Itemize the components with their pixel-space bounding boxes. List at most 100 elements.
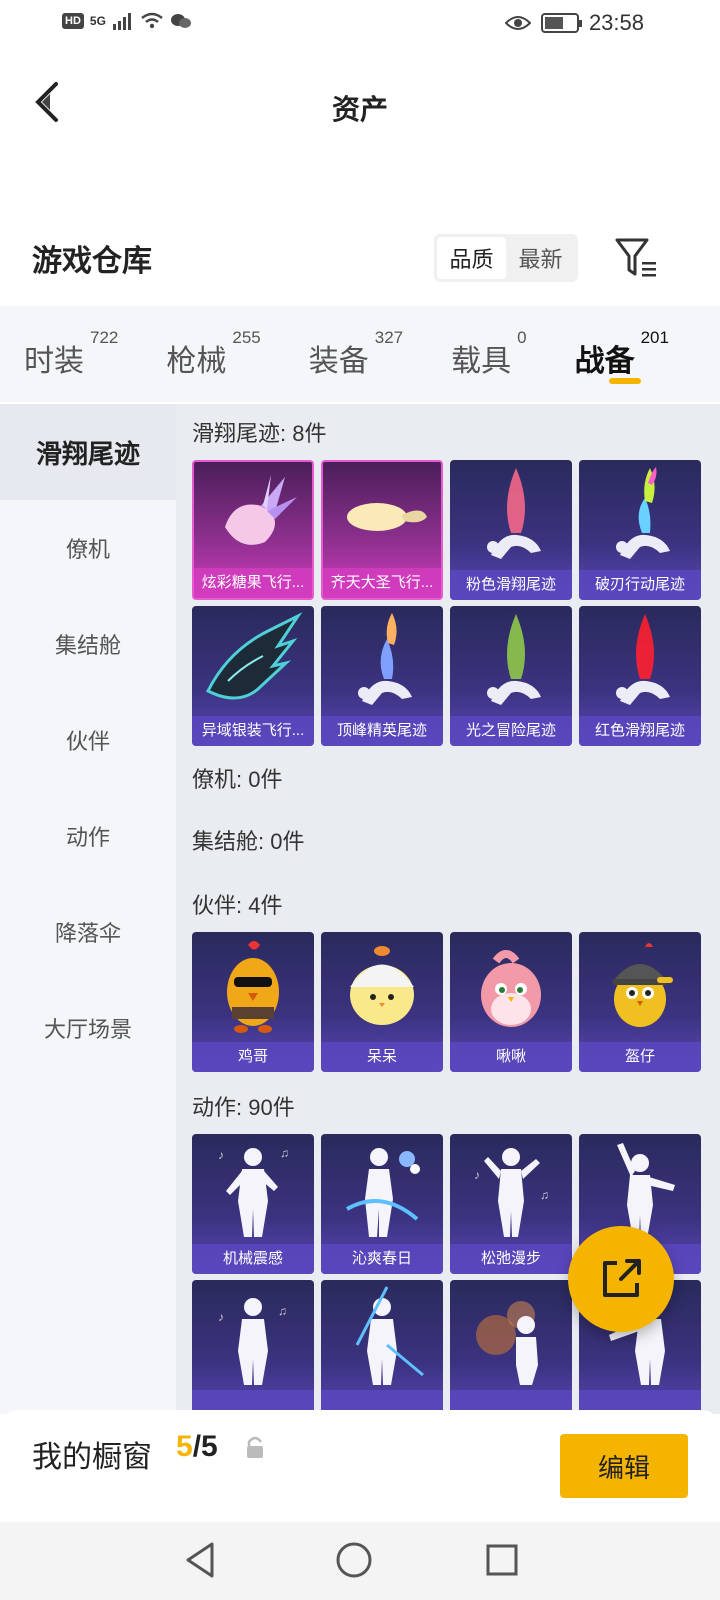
item-label: 粉色滑翔尾迹 [450, 570, 572, 600]
item-card[interactable]: 呆呆 [321, 932, 443, 1072]
tab-count: 255 [232, 328, 261, 347]
item-label: 异域银装飞行... [192, 716, 314, 746]
item-card[interactable]: 沁爽春日 [321, 1134, 443, 1274]
svg-text:♫: ♫ [540, 1188, 549, 1202]
item-card[interactable]: 炫彩糖果飞行... [192, 460, 314, 600]
status-left: HD 5G [62, 12, 192, 30]
tab-label: 时装 [24, 345, 84, 378]
sidebar-item-glide-trails[interactable]: 滑翔尾迹 [0, 404, 176, 500]
signal-icon [112, 13, 131, 30]
item-card[interactable]: 鸡哥 [192, 932, 314, 1072]
sort-toggle: 品质 最新 [434, 234, 578, 282]
item-card[interactable]: 异域银装飞行... [192, 606, 314, 746]
section-title-pod: 集结舱: 0件 [192, 829, 305, 854]
item-card[interactable]: 粉色滑翔尾迹 [450, 460, 572, 600]
cloud-icon [323, 462, 441, 568]
tab-vehicles[interactable]: 载具 0 [451, 306, 526, 402]
trail-elite-icon [321, 606, 443, 716]
showcase-total: /5 [192, 1430, 218, 1463]
item-label: 光之冒险尾迹 [450, 716, 572, 746]
nav-back-icon[interactable] [180, 1538, 224, 1582]
svg-text:♪: ♪ [218, 1310, 224, 1324]
header: 资产 [0, 60, 720, 150]
tab-label: 装备 [308, 345, 369, 378]
section-title-wingman: 僚机: 0件 [192, 767, 283, 792]
warehouse-title: 游戏仓库 [32, 245, 152, 278]
pink-bird-icon [450, 932, 572, 1042]
status-bar: HD 5G 23:58 [0, 0, 720, 48]
item-label: 机械震感 [192, 1244, 314, 1274]
showcase-bar: 我的橱窗 5/5 编辑 [0, 1410, 720, 1522]
tab-label: 载具 [451, 345, 512, 378]
chicken-sunglasses-icon [192, 932, 314, 1042]
svg-text:♪: ♪ [474, 1168, 480, 1182]
tab-count: 722 [90, 328, 119, 347]
clock: 23:58 [588, 10, 644, 35]
item-label: 盔仔 [579, 1042, 701, 1072]
share-button[interactable] [568, 1226, 674, 1332]
chick-soldier-icon [579, 932, 701, 1042]
item-label: 破刃行动尾迹 [579, 570, 701, 600]
filter-icon[interactable] [614, 236, 658, 280]
sidebar-item-pod[interactable]: 集结舱 [0, 596, 176, 692]
item-label: 鸡哥 [192, 1042, 314, 1072]
sidebar-item-emotes[interactable]: 动作 [0, 788, 176, 884]
dance-pose-icon: ♪ ♫ [192, 1280, 314, 1390]
item-card[interactable]: 光之冒险尾迹 [450, 606, 572, 746]
tab-equipment[interactable]: 装备 327 [309, 306, 403, 402]
tab-count: 0 [517, 328, 527, 347]
status-right: 23:58 [504, 10, 644, 36]
item-card[interactable] [321, 1280, 443, 1414]
item-label: 顶峰精英尾迹 [321, 716, 443, 746]
category-tabs: 时装 722 枪械 255 装备 327 载具 0 战备 201 [0, 306, 720, 402]
trail-red-icon [579, 606, 701, 716]
item-card[interactable]: ♪ ♫ 松弛漫步 [450, 1134, 572, 1274]
nav-recents-icon[interactable] [480, 1538, 524, 1582]
sidebar-item-lobby[interactable]: 大厅场景 [0, 980, 176, 1076]
item-card[interactable]: 红色滑翔尾迹 [579, 606, 701, 746]
chick-helmet-icon [321, 932, 443, 1042]
share-icon [603, 1259, 641, 1297]
item-label: 啾啾 [450, 1042, 572, 1072]
eye-icon [504, 16, 531, 30]
nav-home-icon[interactable] [332, 1538, 376, 1582]
dance-pose-icon: ♪ ♫ [192, 1134, 314, 1244]
tab-fashion[interactable]: 时装 722 [24, 306, 118, 402]
tab-label: 枪械 [166, 345, 227, 378]
wing-icon [192, 606, 314, 716]
item-label: 松弛漫步 [450, 1244, 572, 1274]
lock-icon [247, 1436, 263, 1458]
showcase-label: 我的橱窗 [32, 1441, 152, 1474]
svg-text:♫: ♫ [278, 1304, 287, 1318]
battery-icon [540, 13, 582, 33]
tab-guns[interactable]: 枪械 255 [166, 306, 260, 402]
dance-firework-icon [450, 1280, 572, 1390]
hd-badge: HD [62, 13, 84, 29]
svg-text:♫: ♫ [280, 1146, 289, 1160]
section-title-trails: 滑翔尾迹: 8件 [192, 421, 327, 446]
item-card[interactable]: ♪ ♫ [192, 1280, 314, 1414]
sort-quality-option[interactable]: 品质 [437, 237, 506, 279]
sidebar-item-partners[interactable]: 伙伴 [0, 692, 176, 788]
item-card[interactable]: 盔仔 [579, 932, 701, 1072]
item-card[interactable]: 啾啾 [450, 932, 572, 1072]
item-card[interactable]: 顶峰精英尾迹 [321, 606, 443, 746]
svg-text:♪: ♪ [218, 1148, 224, 1162]
item-label: 齐天大圣飞行... [323, 568, 441, 598]
sidebar-item-wingman[interactable]: 僚机 [0, 500, 176, 596]
sort-newest-option[interactable]: 最新 [506, 237, 575, 279]
dance-relax-icon: ♪ ♫ [450, 1134, 572, 1244]
showcase-count: 5/5 [176, 1430, 218, 1464]
item-card[interactable] [450, 1280, 572, 1414]
item-label: 炫彩糖果飞行... [194, 568, 312, 598]
trail-rainbow-icon [579, 460, 701, 570]
item-card[interactable]: 齐天大圣飞行... [321, 460, 443, 600]
wifi-icon [141, 12, 163, 29]
item-label: 沁爽春日 [321, 1244, 443, 1274]
item-card[interactable]: 破刃行动尾迹 [579, 460, 701, 600]
sidebar: 滑翔尾迹 僚机 集结舱 伙伴 动作 降落伞 大厅场景 [0, 404, 176, 1414]
item-card[interactable]: ♪ ♫ 机械震感 [192, 1134, 314, 1274]
sidebar-item-parachute[interactable]: 降落伞 [0, 884, 176, 980]
edit-button[interactable]: 编辑 [560, 1434, 688, 1498]
tab-battle-gear[interactable]: 战备 201 [575, 306, 669, 402]
